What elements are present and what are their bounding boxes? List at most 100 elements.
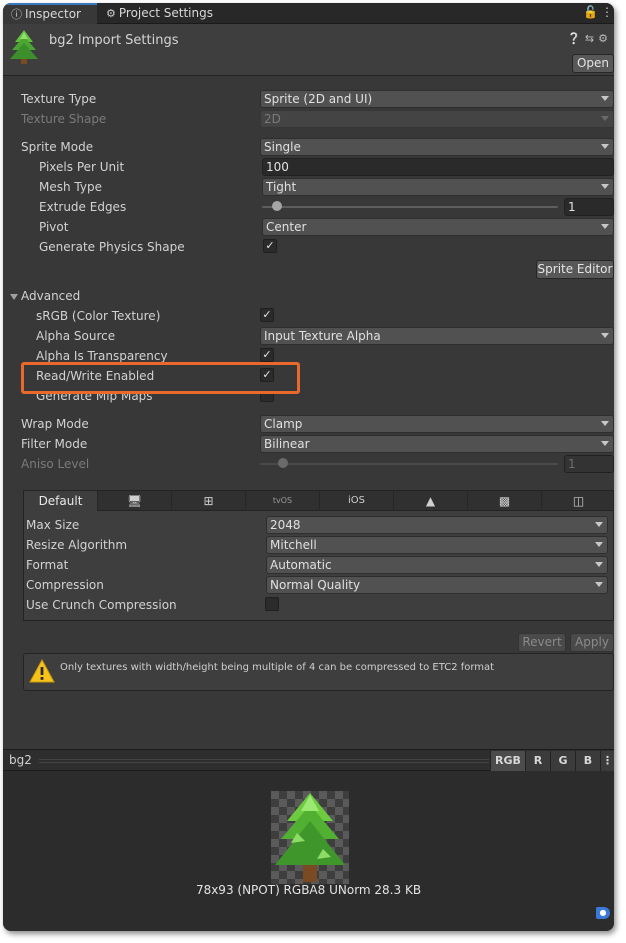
preview-toolbar: bg2 RGB R G B ⋮ (3, 749, 614, 771)
compression-label: Compression (26, 578, 104, 592)
settings-icon[interactable]: ⚙ (598, 32, 612, 45)
texture-shape-value: 2D (264, 112, 281, 126)
alpha-source-dropdown[interactable]: Input Texture Alpha (260, 327, 614, 345)
tab-standalone[interactable]: 🖥 (98, 491, 172, 511)
pivot-value: Center (266, 220, 307, 234)
wrap-mode-dropdown[interactable]: Clamp (260, 415, 614, 433)
tab-default[interactable]: Default (24, 491, 98, 511)
tab-project-settings[interactable]: ⚙ Project Settings (98, 3, 228, 24)
lock-icon[interactable]: 🔓 (583, 5, 598, 19)
help-icon[interactable]: ❔ (567, 32, 585, 45)
more-menu-icon[interactable]: ⋮ (601, 5, 613, 19)
pivot-dropdown[interactable]: Center (262, 218, 614, 236)
aniso-level-slider-track (260, 463, 558, 465)
sprite-editor-button[interactable]: Sprite Editor (536, 260, 614, 279)
gear-icon: ⚙ (106, 7, 116, 20)
import-settings-header: bg2 Import Settings ❔⇆⚙ Open (3, 24, 614, 76)
chevron-down-icon (601, 333, 609, 338)
pixels-per-unit-field[interactable]: 100 (262, 158, 614, 176)
channel-r-button[interactable]: R (525, 751, 550, 771)
max-size-label: Max Size (26, 518, 80, 532)
wrap-mode-label: Wrap Mode (21, 417, 89, 431)
info-icon: ⓘ (11, 8, 22, 21)
preview-asset-name: bg2 (9, 753, 32, 767)
open-button[interactable]: Open (572, 54, 614, 73)
extrude-edges-slider-thumb[interactable] (272, 201, 282, 211)
resize-algorithm-label: Resize Algorithm (26, 538, 128, 552)
texture-type-label: Texture Type (21, 92, 97, 106)
srgb-checkbox[interactable]: ✓ (260, 308, 274, 322)
alpha-source-value: Input Texture Alpha (264, 329, 381, 343)
tree-asset-icon (10, 30, 38, 64)
channel-g-button[interactable]: G (550, 751, 575, 771)
warning-icon (29, 659, 55, 683)
chevron-down-icon (595, 522, 603, 527)
filter-mode-label: Filter Mode (21, 437, 88, 451)
tab-inspector[interactable]: ⓘ Inspector (3, 3, 97, 24)
preset-icon[interactable]: ⇆ (585, 32, 598, 45)
preview-more-icon[interactable]: ⋮ (600, 751, 614, 771)
tab-ios-label: iOS (348, 495, 365, 506)
windows-icon: ⊞ (203, 494, 214, 508)
chevron-down-icon (601, 224, 609, 229)
chevron-down-icon (601, 96, 609, 101)
revert-button[interactable]: Revert (518, 633, 566, 652)
texture-shape-dropdown: 2D (260, 110, 614, 128)
tab-bar: ⓘ Inspector ⚙ Project Settings 🔓 ⋮ (3, 3, 614, 24)
resize-grip[interactable] (39, 759, 489, 763)
chevron-down-icon (601, 421, 609, 426)
filter-mode-dropdown[interactable]: Bilinear (260, 435, 614, 453)
tree-texture-preview (275, 793, 345, 882)
max-size-value: 2048 (270, 518, 301, 532)
channel-rgb-button[interactable]: RGB (490, 751, 525, 771)
resize-algorithm-value: Mitchell (270, 538, 317, 552)
extrude-edges-field[interactable]: 1 (564, 198, 614, 216)
chevron-down-icon (601, 441, 609, 446)
extrude-edges-slider-track[interactable] (262, 206, 558, 208)
generate-physics-shape-checkbox[interactable]: ✓ (263, 239, 277, 253)
max-size-dropdown[interactable]: 2048 (266, 516, 608, 534)
alpha-is-transparency-checkbox[interactable]: ✓ (260, 348, 274, 362)
tab-project-settings-label: Project Settings (118, 6, 213, 20)
chevron-down-icon (601, 144, 609, 149)
tab-inspector-label: Inspector (25, 7, 81, 21)
warning-text: Only textures with width/height being mu… (60, 662, 495, 673)
foldout-arrow-icon[interactable] (10, 294, 18, 300)
tab-webgl[interactable]: ◫ (542, 491, 614, 511)
aniso-level-slider-thumb (278, 458, 288, 468)
inspector-window: ⓘ Inspector ⚙ Project Settings 🔓 ⋮ bg2 Imp… (3, 3, 614, 931)
advanced-foldout[interactable]: Advanced (21, 289, 80, 303)
texture-type-dropdown[interactable]: Sprite (2D and UI) (260, 90, 614, 108)
format-value: Automatic (270, 558, 332, 572)
texture-shape-label: Texture Shape (21, 112, 107, 126)
etc2-warning-box: Only textures with width/height being mu… (23, 653, 614, 691)
compression-dropdown[interactable]: Normal Quality (266, 576, 608, 594)
pixels-per-unit-label: Pixels Per Unit (39, 160, 125, 174)
tab-ios[interactable]: iOS (320, 491, 394, 511)
compression-value: Normal Quality (270, 578, 361, 592)
header-icons: ❔⇆⚙ (567, 32, 612, 45)
pivot-label: Pivot (39, 220, 69, 234)
highlight-box (21, 362, 300, 394)
format-dropdown[interactable]: Automatic (266, 556, 608, 574)
texture-preview-area: 78x93 (NPOT) RGBA8 UNorm 28.3 KB ● (3, 771, 614, 931)
use-crunch-compression-checkbox[interactable] (265, 597, 279, 611)
tab-tvos[interactable]: tvOS (246, 491, 320, 511)
sprite-mode-label: Sprite Mode (21, 140, 94, 154)
chevron-down-icon (595, 582, 603, 587)
alpha-source-label: Alpha Source (36, 329, 116, 343)
mesh-type-dropdown[interactable]: Tight (262, 178, 614, 196)
channel-b-button[interactable]: B (575, 751, 600, 771)
mesh-type-value: Tight (266, 180, 297, 194)
page-title: bg2 Import Settings (49, 33, 179, 48)
tab-android[interactable]: ▩ (468, 491, 542, 511)
tab-android-head[interactable]: ▲ (394, 491, 468, 511)
srgb-label: sRGB (Color Texture) (36, 309, 161, 323)
platform-tabs: Default 🖥 ⊞ tvOS iOS ▲ ▩ ◫ (23, 490, 614, 511)
apply-button[interactable]: Apply (570, 633, 614, 652)
asset-label-icon[interactable]: ● (596, 907, 610, 919)
tab-windows[interactable]: ⊞ (172, 491, 246, 511)
sprite-mode-dropdown[interactable]: Single (260, 138, 614, 156)
resize-algorithm-dropdown[interactable]: Mitchell (266, 536, 608, 554)
texture-type-value: Sprite (2D and UI) (264, 92, 373, 106)
